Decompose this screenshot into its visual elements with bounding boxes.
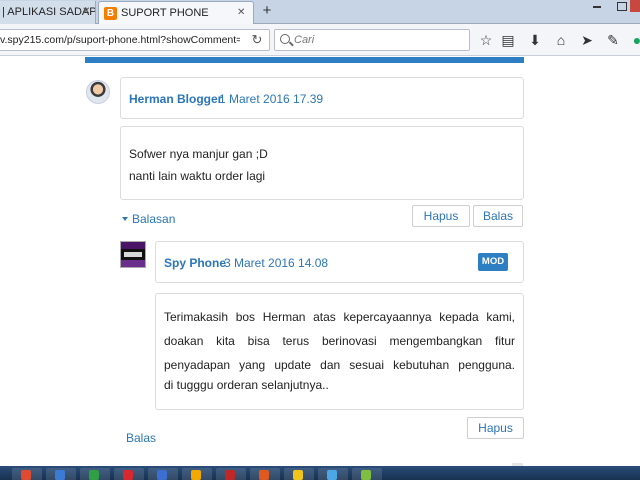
maximize-button[interactable] xyxy=(610,0,632,12)
app-icon xyxy=(157,470,167,480)
toggle-replies-link[interactable]: Balasan xyxy=(122,212,175,226)
search-placeholder: Cari xyxy=(294,34,315,46)
delete-button[interactable]: Hapus xyxy=(412,205,470,227)
toggle-replies-label: Balasan xyxy=(132,212,176,226)
delete-reply-button[interactable]: Hapus xyxy=(467,417,524,439)
app-icon xyxy=(293,470,303,480)
taskbar-app-button[interactable] xyxy=(182,468,212,480)
taskbar-app-button[interactable] xyxy=(250,468,280,480)
tab-aplikasi-sadap[interactable]: | APLIKASI SADAP ... ✕ xyxy=(0,1,96,24)
close-window-button[interactable] xyxy=(630,0,640,12)
reload-icon[interactable]: ↻ xyxy=(248,30,266,50)
search-icon xyxy=(280,34,290,44)
page-content: Herman Blogger 1 Maret 2016 17.39 Sofwer… xyxy=(0,57,640,466)
new-tab-button[interactable]: + xyxy=(258,2,276,21)
app-icon xyxy=(123,470,133,480)
reply-author[interactable]: Spy Phone xyxy=(164,256,226,270)
reply-link[interactable]: Balas xyxy=(126,431,156,445)
app-icon xyxy=(21,470,31,480)
windows-taskbar xyxy=(0,466,640,480)
taskbar-app-button[interactable] xyxy=(148,468,178,480)
post-footer-stripe xyxy=(85,57,524,63)
taskbar-app-button[interactable] xyxy=(114,468,144,480)
reply-timestamp[interactable]: 3 Maret 2016 14.08 xyxy=(224,256,328,270)
avatar[interactable] xyxy=(86,80,110,104)
url-text[interactable]: v.spy215.com/p/suport-phone.html?showCom… xyxy=(0,30,240,50)
reply-text-line: doakan kita bisa terus berinovasi mengem… xyxy=(164,334,515,348)
taskbar-app-button[interactable] xyxy=(80,468,110,480)
taskbar-app-button[interactable] xyxy=(284,468,314,480)
navigation-bar: v.spy215.com/p/suport-phone.html?showCom… xyxy=(0,24,640,56)
reply-text-line: Terimakasih bos Herman atas kepercayaann… xyxy=(164,310,515,324)
tab-suport-phone[interactable]: B SUPORT PHONE ✕ xyxy=(98,1,254,24)
reading-list-icon[interactable]: ▤ xyxy=(499,31,517,49)
taskbar-app-button[interactable] xyxy=(352,468,382,480)
search-input[interactable]: Cari xyxy=(274,29,470,51)
moderator-badge: MOD xyxy=(478,253,508,271)
reply-body: Terimakasih bos Herman atas kepercayaann… xyxy=(155,293,524,410)
minimize-button[interactable] xyxy=(586,0,608,12)
avatar[interactable] xyxy=(120,241,146,268)
tab-close-icon[interactable]: ✕ xyxy=(237,2,245,24)
app-icon xyxy=(225,470,235,480)
comment-text-line: Sofwer nya manjur gan ;D xyxy=(129,147,268,161)
home-icon[interactable]: ⌂ xyxy=(552,31,570,49)
download-icon[interactable]: ⬇ xyxy=(526,31,544,49)
taskbar-app-button[interactable] xyxy=(318,468,348,480)
taskbar-app-button[interactable] xyxy=(46,468,76,480)
comment-header: Herman Blogger 1 Maret 2016 17.39 xyxy=(120,77,524,119)
chat-icon[interactable]: ✎ xyxy=(604,31,622,49)
extension-icon[interactable]: ● xyxy=(628,31,640,49)
app-icon xyxy=(55,470,65,480)
comment-body: Sofwer nya manjur gan ;D nanti lain wakt… xyxy=(120,126,524,200)
tab-close-icon[interactable]: ✕ xyxy=(82,1,90,23)
reply-button[interactable]: Balas xyxy=(473,205,523,227)
caret-down-icon xyxy=(122,216,128,221)
taskbar-app-button[interactable] xyxy=(12,468,42,480)
tab-title: SUPORT PHONE xyxy=(121,7,209,19)
app-icon xyxy=(259,470,269,480)
blogger-icon: B xyxy=(104,7,117,20)
comment-author[interactable]: Herman Blogger xyxy=(129,92,222,106)
app-icon xyxy=(327,470,337,480)
comment-text-line: nanti lain waktu order lagi xyxy=(129,169,266,183)
app-icon xyxy=(89,470,99,480)
reply-header: Spy Phone 3 Maret 2016 14.08 MOD xyxy=(155,241,524,283)
bookmark-star-icon[interactable]: ☆ xyxy=(477,31,495,49)
address-bar[interactable]: v.spy215.com/p/suport-phone.html?showCom… xyxy=(0,29,270,51)
browser-tab-strip: | APLIKASI SADAP ... ✕ B SUPORT PHONE ✕ … xyxy=(0,0,640,24)
taskbar-app-button[interactable] xyxy=(216,468,246,480)
app-icon xyxy=(191,470,201,480)
reply-text-line: di tugggu orderan selanjutnya.. xyxy=(164,378,329,392)
app-icon xyxy=(361,470,371,480)
reply-text-line: penyadapan yang update dan sesuai kebutu… xyxy=(164,358,515,372)
comment-timestamp[interactable]: 1 Maret 2016 17.39 xyxy=(219,92,323,106)
share-icon[interactable]: ➤ xyxy=(578,31,596,49)
